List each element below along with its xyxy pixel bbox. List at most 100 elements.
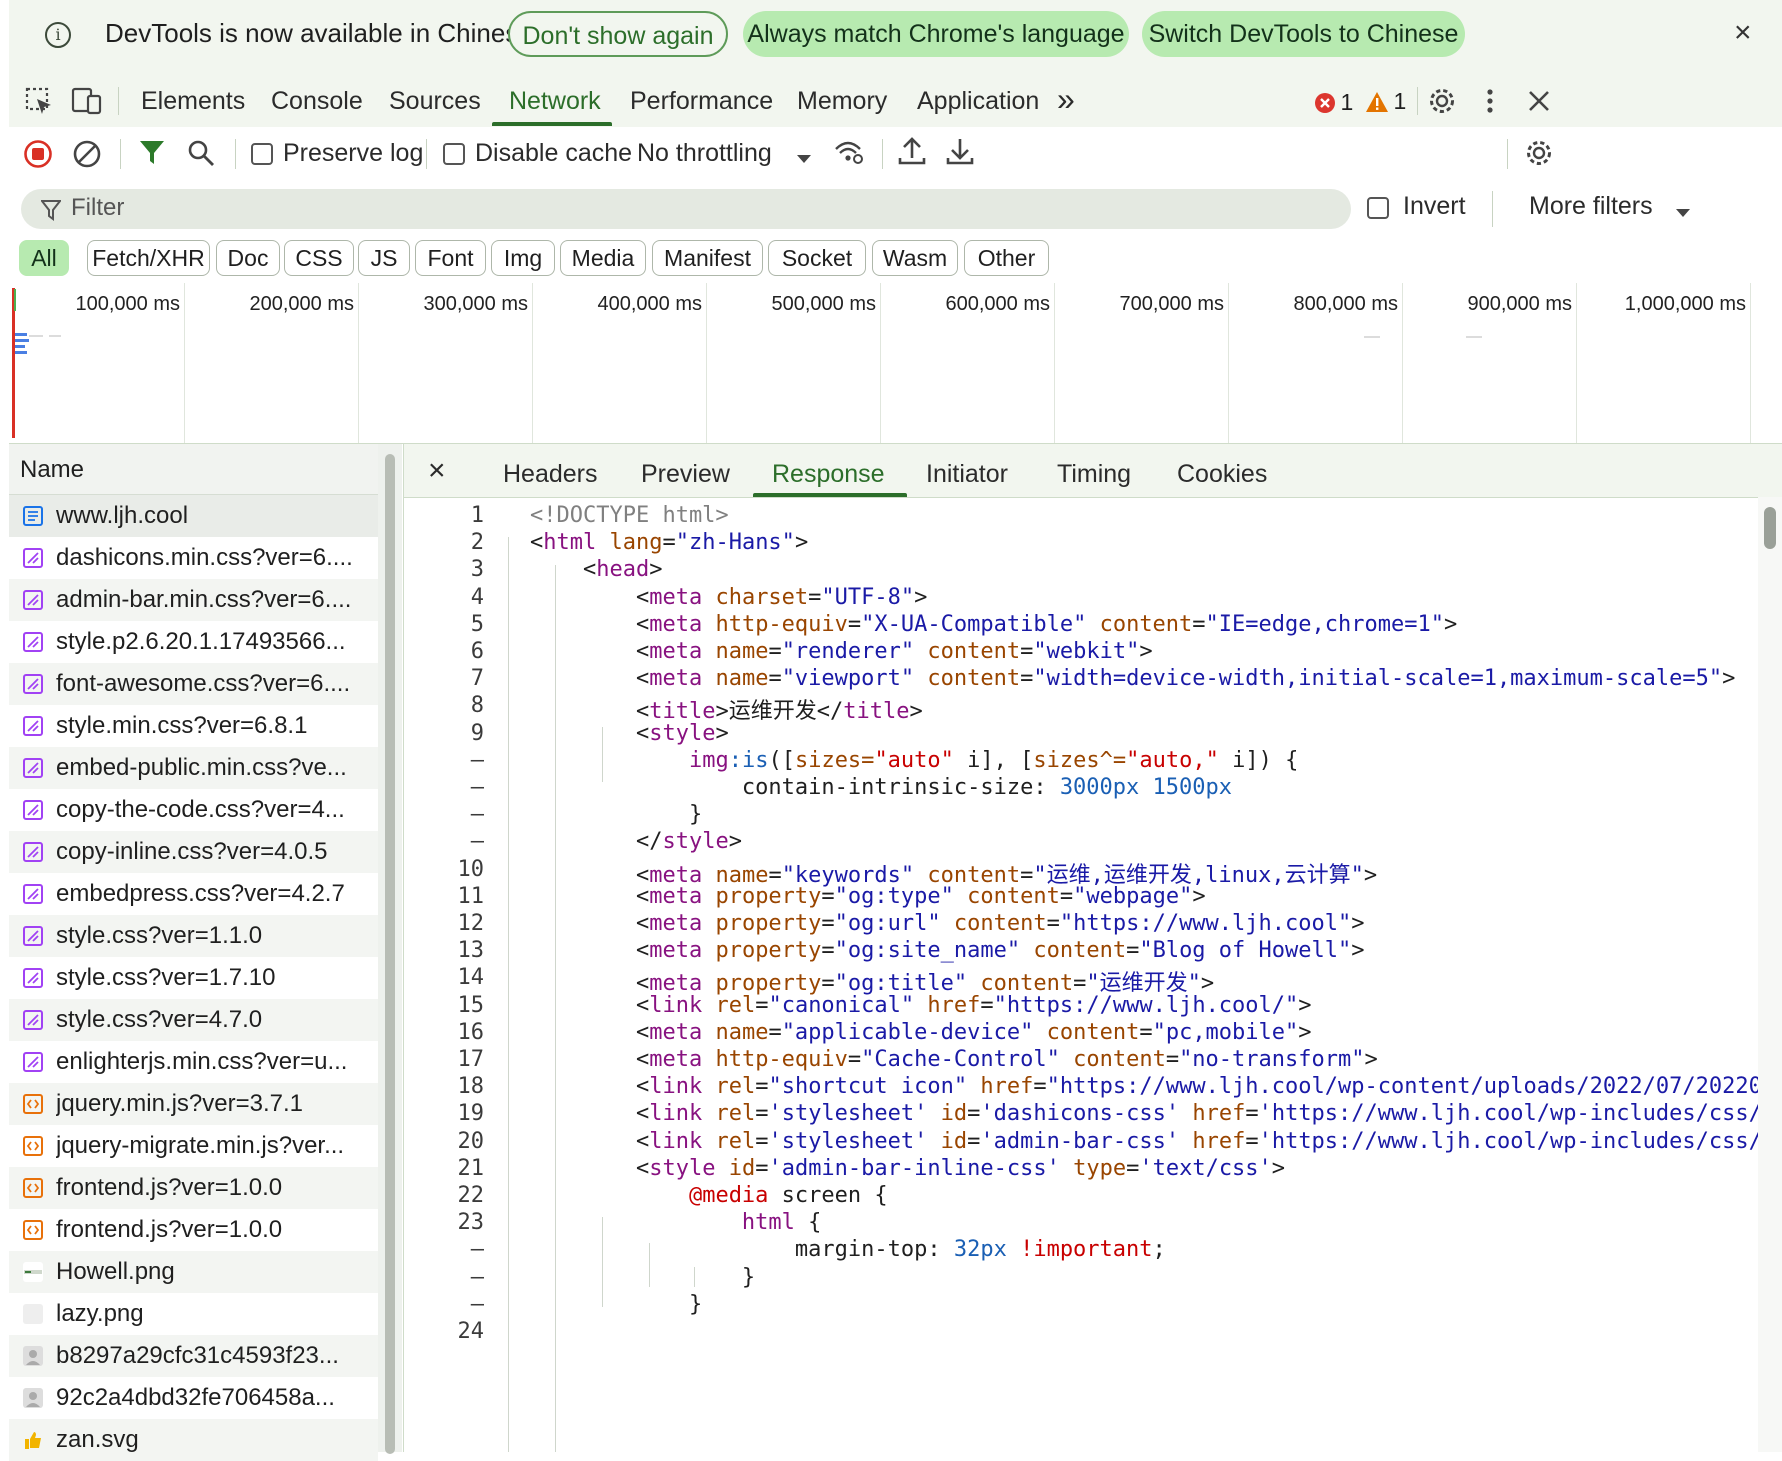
tab-application[interactable]: Application [917,87,1039,116]
overview-tick-label: 200,000 ms [249,293,354,315]
filter-row: Filter Invert More filters [9,181,1782,239]
chip-js[interactable]: JS [358,240,410,276]
chip-other[interactable]: Other [964,240,1049,276]
chip-all[interactable]: All [19,240,69,276]
tab-headers[interactable]: Headers [503,460,598,489]
request-row[interactable]: jquery.min.js?ver=3.7.1 [9,1083,378,1125]
settings-gear-icon[interactable] [1427,86,1457,121]
chip-font[interactable]: Font [415,240,486,276]
request-row[interactable]: admin-bar.min.css?ver=6.... [9,579,378,621]
clear-icon[interactable] [72,139,102,174]
disable-cache-label[interactable]: Disable cache [475,139,632,168]
always-match-language-button[interactable]: Always match Chrome's language [743,11,1129,57]
filter-icon [39,199,63,226]
request-row[interactable]: copy-the-code.css?ver=4... [9,789,378,831]
device-toolbar-icon[interactable] [71,86,103,121]
close-detail-icon[interactable]: × [428,454,446,488]
request-row[interactable]: font-awesome.css?ver=6.... [9,663,378,705]
tab-timing[interactable]: Timing [1057,460,1131,489]
search-icon[interactable] [187,139,215,172]
image-thumbnail-icon [23,1304,43,1324]
chip-media[interactable]: Media [560,240,646,276]
invert-checkbox[interactable] [1367,197,1389,219]
request-row[interactable]: embedpress.css?ver=4.2.7 [9,873,378,915]
request-row[interactable]: 92c2a4dbd32fe706458a... [9,1377,378,1419]
stop-recording-icon[interactable] [23,139,53,174]
tab-initiator[interactable]: Initiator [926,460,1008,489]
request-name: copy-the-code.css?ver=4... [56,796,345,823]
more-filters-caret-icon[interactable] [1675,205,1691,223]
tab-network[interactable]: Network [509,87,601,116]
request-row[interactable]: style.css?ver=1.1.0 [9,915,378,957]
scrollbar-thumb[interactable] [385,454,395,1454]
tab-memory[interactable]: Memory [797,87,887,116]
request-row[interactable]: Howell.png [9,1251,378,1293]
chip-fetch-xhr[interactable]: Fetch/XHR [87,240,210,276]
tab-preview[interactable]: Preview [641,460,730,489]
indent-guide [649,1243,650,1287]
inspect-element-icon[interactable] [25,87,55,122]
more-options-icon[interactable] [1485,87,1495,120]
request-row[interactable]: style.css?ver=1.7.10 [9,957,378,999]
code-line: <style id='admin-bar-inline-css' type='t… [635,1155,1286,1181]
throttling-select[interactable]: No throttling [637,139,772,168]
switch-to-chinese-button[interactable]: Switch DevTools to Chinese [1142,11,1465,57]
request-name: zan.svg [56,1426,139,1453]
request-row[interactable]: style.min.css?ver=6.8.1 [9,705,378,747]
tab-performance[interactable]: Performance [630,87,773,116]
chip-wasm[interactable]: Wasm [872,240,958,276]
chip-socket[interactable]: Socket [768,240,866,276]
disable-cache-checkbox[interactable] [443,143,465,165]
scrollbar-thumb[interactable] [1764,507,1776,549]
name-column-header[interactable]: Name [20,456,84,484]
infobar-close-icon[interactable]: × [1734,16,1752,50]
warning-count-badge[interactable]: 1 [1365,88,1406,115]
request-row[interactable]: b8297a29cfc31c4593f23... [9,1335,378,1377]
request-row[interactable]: style.css?ver=4.7.0 [9,999,378,1041]
request-row[interactable]: frontend.js?ver=1.0.0 [9,1209,378,1251]
more-filters-dropdown[interactable]: More filters [1529,192,1653,221]
response-source-view[interactable]: 1 <!DOCTYPE html> 2 <html lang="zh-Hans"> 3 … [404,497,1782,1452]
preserve-log-label[interactable]: Preserve log [283,139,423,168]
overview-tick-label: 400,000 ms [597,293,702,315]
tab-elements[interactable]: Elements [141,87,245,116]
network-conditions-icon[interactable] [833,137,865,172]
tab-console[interactable]: Console [271,87,363,116]
filter-input[interactable]: Filter [21,189,1351,229]
export-har-icon[interactable] [946,136,974,171]
filter-funnel-icon[interactable] [139,139,165,172]
request-row[interactable]: style.p2.6.20.1.17493566... [9,621,378,663]
dont-show-again-button[interactable]: Don't show again [508,11,728,57]
request-row[interactable]: embed-public.min.css?ve... [9,747,378,789]
request-row[interactable]: frontend.js?ver=1.0.0 [9,1167,378,1209]
request-row[interactable]: dashicons.min.css?ver=6.... [9,537,378,579]
request-detail-panel: × Headers Preview Response Initiator Tim… [403,444,1782,1452]
import-har-icon[interactable] [898,136,926,171]
invert-label[interactable]: Invert [1403,192,1466,221]
request-row[interactable]: enlighterjs.min.css?ver=u... [9,1041,378,1083]
chip-manifest[interactable]: Manifest [652,240,763,276]
request-row[interactable]: copy-inline.css?ver=4.0.5 [9,831,378,873]
request-row[interactable]: jquery-migrate.min.js?ver... [9,1125,378,1167]
error-count-badge[interactable]: 1 [1314,89,1353,116]
request-list-header[interactable]: Name [9,444,378,495]
line-number: 3 [470,557,484,583]
more-tabs-icon[interactable]: » [1057,81,1075,118]
chip-doc[interactable]: Doc [216,240,280,276]
network-overview-timeline[interactable]: 100,000 ms 200,000 ms 300,000 ms 400,000… [9,283,1782,444]
warning-count: 1 [1393,88,1407,114]
preserve-log-checkbox[interactable] [251,143,273,165]
tab-sources[interactable]: Sources [389,87,481,116]
request-list-scrollbar[interactable] [378,444,402,1454]
response-scrollbar[interactable] [1758,497,1782,1452]
network-settings-gear-icon[interactable] [1524,138,1554,173]
request-row[interactable]: lazy.png [9,1293,378,1335]
tab-response[interactable]: Response [772,460,885,489]
chip-css[interactable]: CSS [284,240,354,276]
request-row[interactable]: zan.svg [9,1419,378,1461]
tab-cookies[interactable]: Cookies [1177,460,1267,489]
throttling-dropdown-icon[interactable] [796,151,812,169]
chip-img[interactable]: Img [491,240,555,276]
request-row[interactable]: www.ljh.cool [9,495,378,537]
close-devtools-icon[interactable] [1526,88,1552,119]
